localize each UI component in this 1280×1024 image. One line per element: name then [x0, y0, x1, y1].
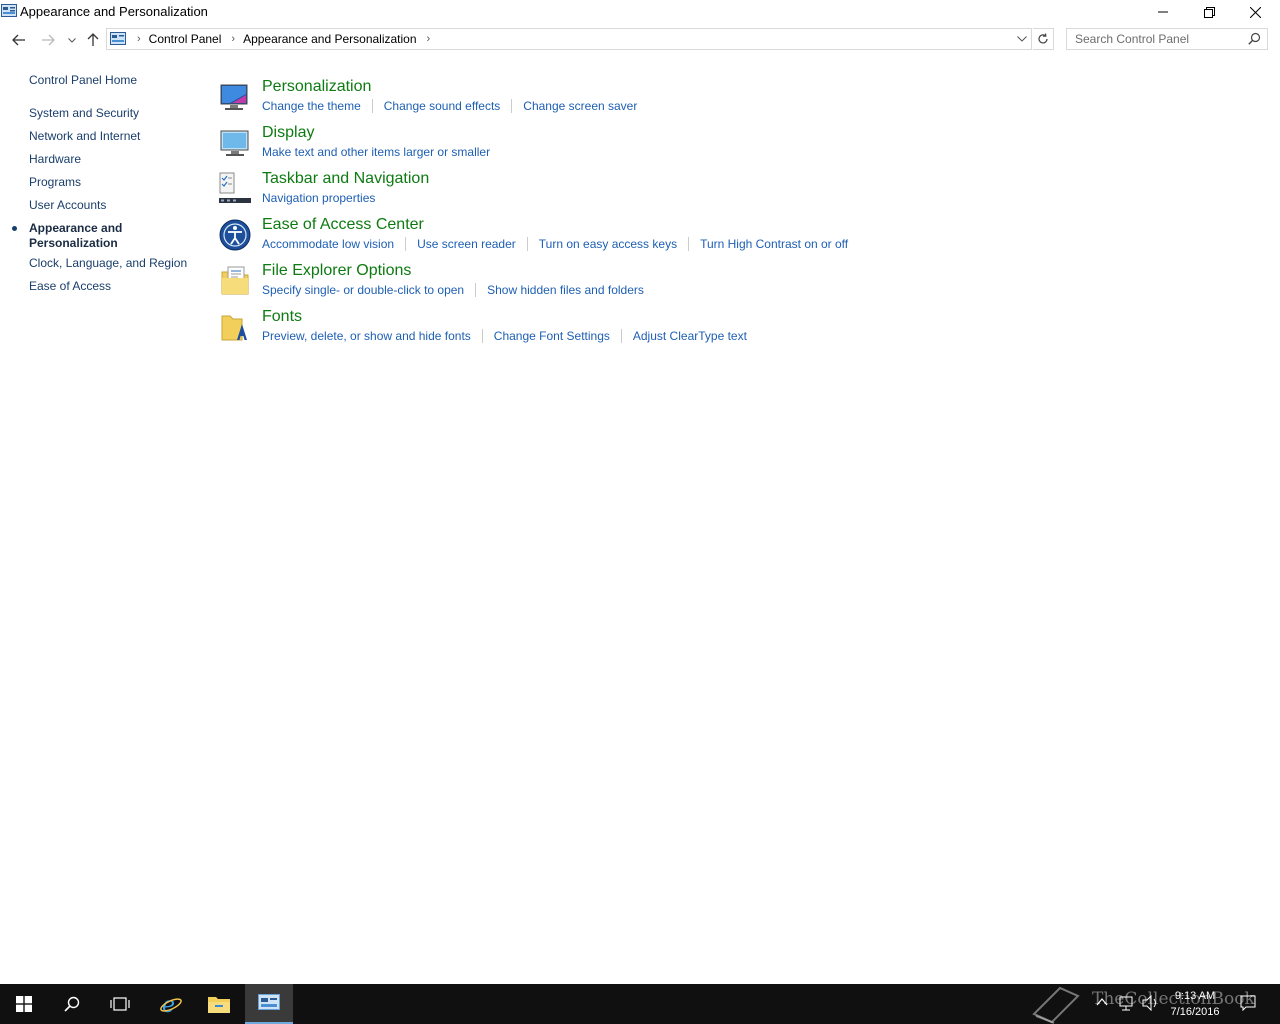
adjust-cleartype-link[interactable]: Adjust ClearType text	[633, 329, 747, 343]
forward-arrow-icon	[42, 34, 55, 46]
forward-button[interactable]	[38, 30, 58, 50]
personalization-icon	[220, 84, 248, 110]
refresh-button[interactable]	[1033, 28, 1054, 50]
link-divider	[371, 99, 373, 113]
display-title[interactable]: Display	[262, 124, 314, 142]
task-view-button[interactable]	[96, 984, 144, 1024]
link-divider	[405, 237, 407, 251]
start-button[interactable]	[0, 984, 48, 1024]
minimize-button[interactable]	[1140, 0, 1186, 24]
link-divider	[475, 283, 477, 297]
window-title: Appearance and Personalization	[20, 4, 208, 19]
sidebar-item-hardware[interactable]: Hardware	[29, 152, 81, 167]
sidebar-item-clock-language-region[interactable]: Clock, Language, and Region	[29, 256, 187, 271]
clock-time: 9:13 AM	[1174, 990, 1216, 1002]
fonts-title[interactable]: Fonts	[262, 308, 302, 326]
breadcrumb-control-panel[interactable]: Control Panel	[149, 32, 222, 46]
volume-icon[interactable]	[1142, 995, 1160, 1011]
back-button[interactable]	[9, 30, 29, 50]
easy-access-keys-link[interactable]: Turn on easy access keys	[539, 237, 677, 251]
show-hidden-icons-icon[interactable]	[1096, 997, 1108, 1007]
internet-explorer-icon: e	[160, 993, 182, 1016]
file-explorer-options-title[interactable]: File Explorer Options	[262, 262, 411, 280]
recent-locations-button[interactable]	[62, 30, 82, 50]
minimize-icon	[1158, 11, 1168, 13]
control-panel-icon	[1, 4, 17, 17]
sidebar-item-system-security[interactable]: System and Security	[29, 106, 139, 121]
sidebar-item-appearance-active: Appearance and Personalization	[29, 221, 123, 250]
active-bullet-icon	[12, 226, 17, 231]
sidebar-item-network-internet[interactable]: Network and Internet	[29, 129, 140, 144]
windows-logo-icon	[16, 996, 32, 1012]
refresh-icon	[1038, 33, 1048, 44]
control-panel-taskbar-button[interactable]	[245, 984, 293, 1024]
search-icon	[64, 996, 80, 1012]
change-sound-effects-link[interactable]: Change sound effects	[384, 99, 501, 113]
make-text-larger-link[interactable]: Make text and other items larger or smal…	[262, 145, 490, 159]
address-row: › Control Panel › Appearance and Persona…	[0, 26, 1280, 52]
network-icon[interactable]	[1118, 995, 1136, 1011]
search-box[interactable]	[1066, 28, 1268, 50]
task-view-icon	[110, 997, 130, 1011]
fonts-icon	[221, 315, 247, 341]
sidebar-item-programs[interactable]: Programs	[29, 175, 81, 190]
up-button[interactable]	[83, 30, 103, 50]
preview-delete-fonts-link[interactable]: Preview, delete, or show and hide fonts	[262, 329, 471, 343]
link-divider	[526, 237, 528, 251]
sidebar-item-user-accounts[interactable]: User Accounts	[29, 198, 106, 213]
up-arrow-icon	[87, 33, 99, 46]
link-divider	[688, 237, 690, 251]
breadcrumb-separator[interactable]: ›	[427, 33, 431, 45]
ease-of-access-center-title[interactable]: Ease of Access Center	[262, 216, 424, 234]
link-divider	[620, 329, 622, 343]
close-button[interactable]	[1232, 0, 1278, 24]
change-font-settings-link[interactable]: Change Font Settings	[494, 329, 610, 343]
clock[interactable]: 9:13 AM 7/16/2016	[1160, 988, 1230, 1020]
folder-icon	[208, 997, 230, 1013]
address-bar[interactable]: › Control Panel › Appearance and Persona…	[106, 28, 1032, 50]
single-double-click-link[interactable]: Specify single- or double-click to open	[262, 283, 464, 297]
accommodate-low-vision-link[interactable]: Accommodate low vision	[262, 237, 394, 251]
chevron-down-icon	[68, 37, 76, 43]
control-panel-icon	[110, 32, 126, 45]
high-contrast-link[interactable]: Turn High Contrast on or off	[700, 237, 848, 251]
book-watermark-icon	[1032, 986, 1080, 1024]
sidebar-item-ease-of-access[interactable]: Ease of Access	[29, 279, 111, 294]
back-arrow-icon	[12, 34, 25, 46]
address-dropdown-icon[interactable]	[1017, 36, 1027, 42]
search-button[interactable]	[48, 984, 96, 1024]
file-explorer-button[interactable]	[195, 984, 243, 1024]
restore-button[interactable]	[1186, 0, 1232, 24]
search-icon[interactable]	[1248, 32, 1261, 45]
breadcrumb-appearance[interactable]: Appearance and Personalization	[243, 32, 416, 46]
use-screen-reader-link[interactable]: Use screen reader	[417, 237, 516, 251]
internet-explorer-button[interactable]: e	[147, 984, 195, 1024]
taskbar: e TheCollectionBook 9:13 AM 7/16/2016	[0, 984, 1280, 1024]
control-panel-icon	[258, 994, 280, 1010]
breadcrumb-separator[interactable]: ›	[231, 33, 235, 45]
folder-options-icon	[221, 266, 249, 295]
close-icon	[1249, 6, 1261, 18]
link-divider	[511, 99, 513, 113]
restore-icon	[1203, 6, 1215, 18]
taskbar-icon	[219, 172, 251, 203]
change-theme-link[interactable]: Change the theme	[262, 99, 361, 113]
ease-of-access-icon	[219, 219, 251, 251]
taskbar-navigation-title[interactable]: Taskbar and Navigation	[262, 170, 429, 188]
action-center-icon[interactable]	[1240, 995, 1256, 1011]
sidebar-home-link[interactable]: Control Panel Home	[29, 73, 137, 88]
show-hidden-files-link[interactable]: Show hidden files and folders	[487, 283, 644, 297]
navigation-properties-link[interactable]: Navigation properties	[262, 191, 375, 205]
breadcrumb-separator[interactable]: ›	[137, 33, 141, 45]
clock-date: 7/16/2016	[1170, 1006, 1220, 1018]
title-bar: Appearance and Personalization	[0, 0, 1280, 24]
change-screen-saver-link[interactable]: Change screen saver	[523, 99, 637, 113]
search-input[interactable]	[1067, 29, 1249, 49]
personalization-title[interactable]: Personalization	[262, 78, 371, 96]
link-divider	[481, 329, 483, 343]
display-icon	[220, 130, 249, 156]
